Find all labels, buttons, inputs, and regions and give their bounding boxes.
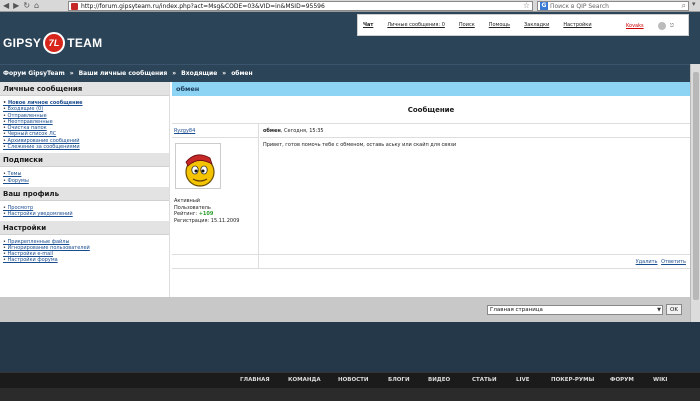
- footer-link-forum[interactable]: ФОРУМ: [610, 377, 634, 383]
- author-name-link[interactable]: Ryzgy84: [172, 124, 258, 138]
- breadcrumb-forum[interactable]: Форум GipsyTeam: [3, 70, 65, 77]
- page-scrollbar[interactable]: [690, 64, 700, 322]
- topic-title: обмен: [172, 82, 690, 96]
- message-content: обмен Сообщение Ryzgy84 Активный Пользов…: [172, 82, 690, 297]
- bottom-strip: [0, 388, 700, 401]
- search-icon[interactable]: ⌕: [682, 1, 686, 11]
- site-logo[interactable]: GIPSY 7L TEAM: [3, 32, 102, 54]
- sidebar-header-settings: Настройки: [0, 220, 169, 235]
- chevron-down-icon[interactable]: ▾: [692, 0, 696, 8]
- footer-link-live[interactable]: LIVE: [516, 377, 530, 383]
- settings-link[interactable]: Настройки: [563, 22, 591, 28]
- forum-jump-select[interactable]: Главная страница ▼: [487, 305, 663, 315]
- private-messages-link[interactable]: Личные сообщения: 0: [387, 22, 445, 28]
- footer-link-team[interactable]: КОМАНДА: [288, 377, 321, 383]
- footer-link-news[interactable]: НОВОСТИ: [338, 377, 369, 383]
- message-section-title: Сообщение: [172, 96, 690, 124]
- sidebar-list-messages: Новое личное сообщение Входящие (0) Отпр…: [0, 96, 169, 153]
- favicon-icon: [71, 2, 78, 10]
- browser-nav-buttons: ◀ ▶ ↻ ⌂: [0, 0, 68, 12]
- sidebar-header-messages: Личные сообщения: [0, 82, 169, 96]
- sidebar-header-subscriptions: Подписки: [0, 153, 169, 168]
- sidebar: Личные сообщения Новое личное сообщение …: [0, 82, 170, 297]
- breadcrumb-current: обмен: [231, 70, 253, 77]
- forum-jump-value: Главная страница: [490, 307, 543, 313]
- post-title: обмен: [263, 128, 281, 134]
- message-post: Ryzgy84 Активный Пользователь Рейтинг: +…: [172, 124, 690, 254]
- url-text[interactable]: http://forum.gipsyteam.ru/index.php?act=…: [81, 3, 325, 10]
- footer-link-video[interactable]: ВИДЕО: [428, 377, 450, 383]
- logout-icon[interactable]: ⎋: [670, 23, 674, 29]
- post-date: , Сегодня, 15:35: [280, 128, 324, 134]
- top-links-bar: Чат Личные сообщения: 0 Поиск Помощь Зак…: [357, 14, 689, 36]
- footer-link-home[interactable]: ГЛАВНАЯ: [240, 377, 270, 383]
- post-footer-left: [172, 255, 259, 269]
- bookmarks-link[interactable]: Закладки: [524, 22, 549, 28]
- scrollbar-thumb[interactable]: [693, 72, 699, 300]
- sidebar-item-notification-settings[interactable]: Настройки уведомлений: [3, 211, 169, 217]
- rating-value: +109: [198, 211, 214, 217]
- breadcrumb-private-messages[interactable]: Ваши личные сообщения: [79, 70, 168, 77]
- forum-header: GIPSY 7L TEAM Чат Личные сообщения: 0 По…: [0, 12, 700, 64]
- breadcrumb-separator: »: [172, 70, 177, 77]
- divider: [172, 268, 690, 269]
- bookmark-star-icon[interactable]: ☆: [523, 1, 530, 10]
- help-link[interactable]: Помощь: [489, 22, 510, 28]
- breadcrumb: Форум GipsyTeam » Ваши личные сообщения …: [0, 64, 690, 82]
- breadcrumb-separator: »: [69, 70, 74, 77]
- reload-icon[interactable]: ↻: [23, 0, 30, 12]
- username-link[interactable]: Kovaks: [626, 23, 644, 29]
- author-column: Ryzgy84 Активный Пользователь Рейтинг: +…: [172, 124, 259, 254]
- breadcrumb-separator: »: [222, 70, 227, 77]
- post-header: обмен, Сегодня, 15:35: [260, 124, 690, 138]
- author-avatar[interactable]: [175, 143, 221, 189]
- browser-toolbar: ◀ ▶ ↻ ⌂ http://forum.gipsyteam.ru/index.…: [0, 0, 700, 12]
- jump-bar: Главная страница ▼ OK: [0, 297, 690, 322]
- back-icon[interactable]: ◀: [3, 0, 9, 12]
- sidebar-item-forums[interactable]: Форумы: [3, 178, 169, 184]
- author-info: Активный Пользователь Рейтинг: +109 Реги…: [174, 198, 239, 224]
- avatar[interactable]: [658, 22, 666, 30]
- chat-link[interactable]: Чат: [363, 22, 373, 28]
- search-link[interactable]: Поиск: [459, 22, 475, 28]
- post-footer: Удалить Ответить: [172, 254, 690, 269]
- sidebar-header-profile: Ваш профиль: [0, 186, 169, 201]
- footer-link-poker-rooms[interactable]: ПОКЕР-РУМЫ: [551, 377, 594, 383]
- sidebar-list-profile: Просмотр Настройки уведомлений: [0, 201, 169, 221]
- footer-nav: ГЛАВНАЯ КОМАНДА НОВОСТИ БЛОГИ ВИДЕО СТАТ…: [0, 372, 700, 388]
- forward-icon[interactable]: ▶: [13, 0, 19, 12]
- footer-link-blogs[interactable]: БЛОГИ: [388, 377, 410, 383]
- search-placeholder: Поиск в QIP Search: [550, 2, 609, 10]
- browser-search-field[interactable]: G Поиск в QIP Search ⌕: [537, 1, 689, 11]
- address-bar[interactable]: http://forum.gipsyteam.ru/index.php?act=…: [68, 1, 533, 11]
- delete-link[interactable]: Удалить: [636, 259, 658, 265]
- post-body: Привет, готов помочь тебе с обменом, ост…: [263, 142, 457, 148]
- jump-ok-button[interactable]: OK: [666, 304, 682, 315]
- post-actions: Удалить Ответить: [634, 259, 686, 265]
- sidebar-item-tracking[interactable]: Слежение за сообщениями: [3, 144, 169, 150]
- sidebar-item-forum-settings[interactable]: Настройки форума: [3, 257, 169, 263]
- search-engine-icon[interactable]: G: [540, 2, 548, 10]
- sidebar-list-settings: Прикрепленные файлы Игнорирование пользо…: [0, 235, 169, 267]
- logo-badge: 7L: [43, 32, 66, 54]
- home-icon[interactable]: ⌂: [34, 0, 39, 12]
- logo-text-right: TEAM: [67, 36, 103, 50]
- footer-link-wiki[interactable]: WIKI: [653, 377, 667, 383]
- breadcrumb-inbox[interactable]: Входящие: [181, 70, 217, 77]
- reply-link[interactable]: Ответить: [661, 259, 686, 265]
- main-area: Личные сообщения Новое личное сообщение …: [0, 82, 690, 297]
- logo-text-left: GIPSY: [3, 36, 42, 50]
- sidebar-list-subscriptions: Темы Форумы: [0, 167, 169, 187]
- rating-label: Рейтинг:: [174, 211, 199, 217]
- chevron-down-icon[interactable]: ▼: [657, 306, 661, 315]
- author-registered: Регистрация: 15.11.2009: [174, 217, 240, 224]
- footer-link-articles[interactable]: СТАТЬИ: [472, 377, 497, 383]
- smiley-icon: [185, 154, 215, 187]
